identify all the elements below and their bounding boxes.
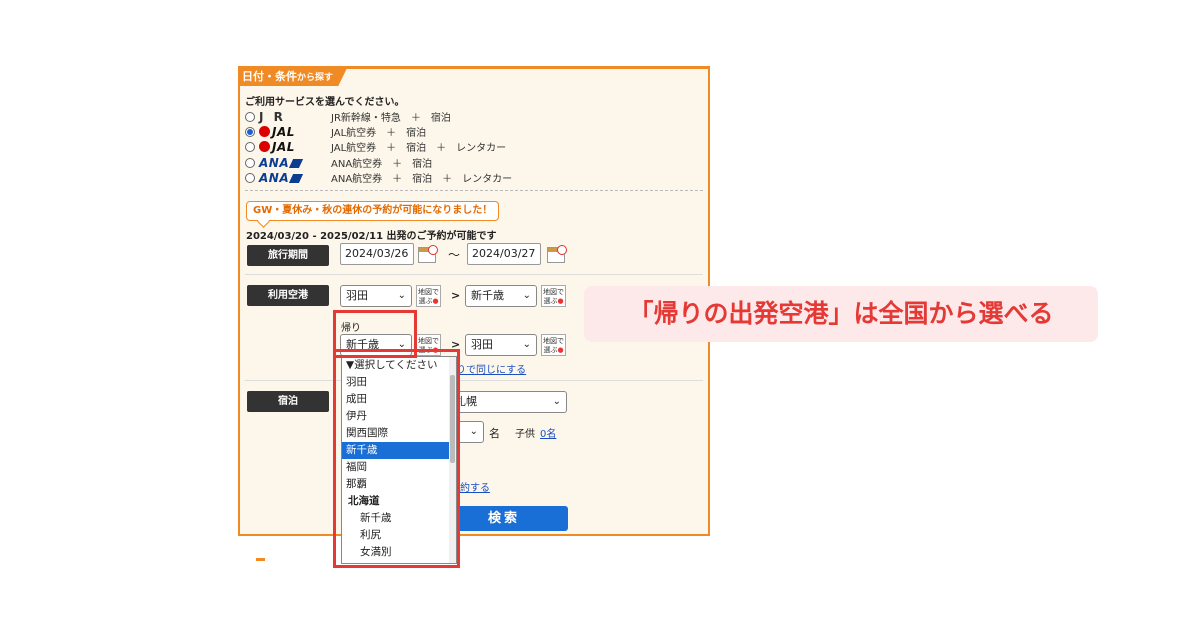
dropdown-option[interactable]: 新千歳 [342, 442, 456, 459]
child-label: 子供 [515, 429, 535, 440]
map-pin-icon: ● [432, 297, 439, 305]
dropdown-option[interactable]: ▼選択してください [342, 357, 456, 374]
dropdown-option[interactable]: 新千歳 [342, 510, 456, 527]
direction-arrow: > [451, 289, 461, 302]
adult-unit: 名 [489, 427, 500, 440]
service-label: ANA航空券 ＋ 宿泊 ＋ レンタカー [331, 174, 513, 185]
chevron-down-icon: ⌄ [397, 290, 406, 301]
dropdown-option[interactable]: 伊丹 [342, 408, 456, 425]
start-date-field[interactable]: 2024/03/26 [340, 243, 414, 265]
dropdown-option[interactable]: 女満別 [342, 544, 456, 561]
ana-stripe-icon [289, 158, 304, 168]
service-label: JR新幹線・特急 ＋ 宿泊 [331, 113, 451, 124]
child-count-link[interactable]: 0名 [540, 425, 556, 440]
notice-balloon: GW・夏休み・秋の連休の予約が可能になりました！ [246, 201, 500, 221]
return-arrival-select[interactable]: 羽田 ⌄ [465, 334, 537, 356]
chevron-down-icon: ⌄ [522, 290, 531, 301]
service-label: JAL航空券 ＋ 宿泊 [331, 128, 427, 139]
map-pin-icon: ● [557, 346, 564, 354]
dropdown-list: ▼選択してください 羽田 成田 伊丹 関西国際 新千歳 福岡 那覇 北海道 新千歳 利尻 女満別 [342, 357, 456, 561]
map-select-button[interactable]: 地図で 選ぶ● [416, 285, 441, 307]
date-separator: 〜 [448, 248, 461, 262]
end-date-field[interactable]: 2024/03/27 [467, 243, 541, 265]
outbound-departure-select[interactable]: 羽田 ⌄ [340, 285, 412, 307]
chevron-down-icon: ⌄ [397, 339, 406, 350]
airport-label: 利用空港 [247, 285, 329, 306]
dropdown-option[interactable]: 成田 [342, 391, 456, 408]
dropdown-scrollbar[interactable] [449, 357, 456, 563]
outbound-arrival-select[interactable]: 新千歳 ⌄ [465, 285, 537, 307]
return-label: 帰り [341, 323, 361, 334]
return-departure-select[interactable]: 新千歳 ⌄ [340, 334, 412, 356]
service-row-jal-hotel[interactable]: JAL JAL航空券 ＋ 宿泊 [245, 124, 426, 139]
calendar-icon[interactable] [418, 245, 438, 263]
service-row-jal-hotel-car[interactable]: JAL JAL航空券 ＋ 宿泊 ＋ レンタカー [245, 139, 506, 154]
calendar-icon[interactable] [547, 245, 567, 263]
ana-logo: ANA [259, 171, 323, 185]
jal-crane-icon [259, 140, 270, 152]
dropdown-option[interactable]: 関西国際 [342, 425, 456, 442]
ana-stripe-icon [289, 173, 304, 183]
service-row-jr[interactable]: J R JR新幹線・特急 ＋ 宿泊 [245, 109, 451, 124]
service-radio-ana-hotel-car[interactable] [245, 172, 255, 183]
outbound-departure-value: 羽田 [346, 289, 368, 302]
service-radio-jr[interactable] [245, 111, 255, 122]
lodging-area-value: 札幌 [455, 395, 477, 408]
outbound-arrival-value: 新千歳 [471, 289, 504, 302]
panel-tab-suffix: から探す [297, 73, 334, 83]
service-intro: ご利用サービスを選んでください。 [245, 97, 405, 108]
travel-period-label: 旅行期間 [247, 245, 329, 266]
return-arrival-value: 羽田 [471, 338, 493, 351]
map-pin-icon: ● [557, 297, 564, 305]
chevron-down-icon: ⌄ [469, 426, 478, 437]
callout-caption: 「帰りの出発空港」は全国から選べる [584, 286, 1098, 342]
jal-crane-icon [259, 125, 270, 137]
service-radio-jal-hotel-car[interactable] [245, 141, 255, 152]
chevron-down-icon: ⌄ [552, 396, 561, 407]
same-airport-link[interactable]: りで同じにする [456, 361, 526, 376]
search-button[interactable]: 検索 [440, 506, 568, 531]
return-departure-value: 新千歳 [346, 338, 379, 351]
booking-range: 2024/03/20 - 2025/02/11 出発のご予約が可能です [246, 231, 497, 242]
lodging-area-select[interactable]: 札幌 ⌄ [450, 391, 567, 413]
service-row-ana-hotel-car[interactable]: ANA ANA航空券 ＋ 宿泊 ＋ レンタカー [245, 170, 512, 185]
jal-logo: JAL [259, 125, 323, 139]
dropdown-option[interactable]: 那覇 [342, 476, 456, 493]
panel-tab: 日付・条件から探す [240, 69, 348, 86]
dropdown-option[interactable]: 利尻 [342, 527, 456, 544]
divider [245, 274, 703, 275]
decorative-mark [256, 558, 265, 561]
reserve-link[interactable]: 約する [460, 479, 490, 494]
return-airport-dropdown[interactable]: ▼選択してください 羽田 成田 伊丹 関西国際 新千歳 福岡 那覇 北海道 新千歳 利尻 女満別 [341, 356, 457, 564]
divider [245, 190, 703, 191]
lodging-label: 宿泊 [247, 391, 329, 412]
map-select-button[interactable]: 地図で 選ぶ● [541, 334, 566, 356]
service-label: ANA航空券 ＋ 宿泊 [331, 159, 433, 170]
map-pin-icon: ● [432, 346, 439, 354]
dropdown-option[interactable]: 福岡 [342, 459, 456, 476]
dropdown-option[interactable]: 羽田 [342, 374, 456, 391]
map-select-button[interactable]: 地図で 選ぶ● [416, 334, 441, 356]
jr-logo: J R [259, 109, 286, 124]
direction-arrow: > [451, 338, 461, 351]
chevron-down-icon: ⌄ [522, 339, 531, 350]
service-row-ana-hotel[interactable]: ANA ANA航空券 ＋ 宿泊 [245, 155, 432, 170]
jal-logo: JAL [259, 140, 323, 154]
service-label: JAL航空券 ＋ 宿泊 ＋ レンタカー [331, 143, 507, 154]
map-select-button[interactable]: 地図で 選ぶ● [541, 285, 566, 307]
service-radio-jal-hotel[interactable] [245, 126, 255, 137]
ana-logo: ANA [259, 156, 323, 170]
scrollbar-thumb[interactable] [450, 375, 455, 463]
panel-tab-title: 日付・条件 [242, 70, 297, 83]
dropdown-group-header: 北海道 [348, 495, 380, 507]
divider [245, 380, 703, 381]
service-radio-ana-hotel[interactable] [245, 157, 255, 168]
